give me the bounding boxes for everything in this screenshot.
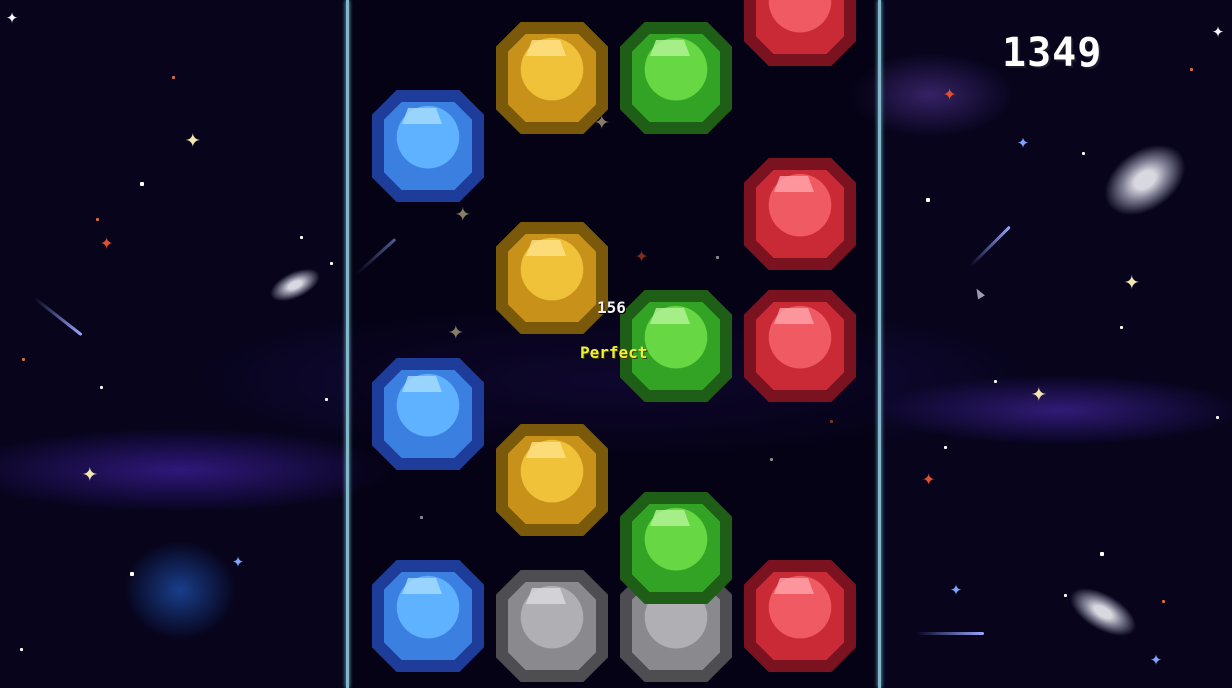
lane3-green-note	[620, 492, 732, 604]
judgement-text: Perfect	[580, 343, 648, 362]
star-dot	[1190, 68, 1193, 71]
left-lane-border	[346, 0, 349, 688]
lane1-blue-note	[372, 358, 484, 470]
combo-counter: 156	[597, 298, 626, 317]
lane1-blue-note	[372, 90, 484, 202]
lane2-yellow-note	[496, 424, 608, 536]
sparkle-star-icon: ✦	[82, 458, 98, 488]
star-dot	[300, 236, 303, 239]
sparkle-star-icon: ✦	[185, 124, 201, 154]
lane2-yellow-note	[496, 222, 608, 334]
sparkle-star-icon: ✦	[6, 4, 19, 28]
lane4-red-note	[744, 0, 856, 66]
lane2-yellow-note	[496, 22, 608, 134]
lane4-red-receptor[interactable]	[744, 560, 856, 672]
star-dot	[944, 446, 947, 449]
star-dot	[994, 380, 997, 383]
star-dot	[20, 648, 23, 651]
star-dot	[1162, 600, 1165, 603]
star-dot	[1120, 326, 1123, 329]
sparkle-star-icon: ✦	[1212, 18, 1225, 42]
comet-icon	[916, 632, 984, 635]
star-dot	[330, 262, 333, 265]
lane4-red-note	[744, 158, 856, 270]
sparkle-star-icon: ✦	[943, 81, 957, 106]
sparkle-star-icon: ✦	[232, 548, 245, 572]
star-dot	[1082, 152, 1085, 155]
lane2-receptor[interactable]	[496, 570, 608, 682]
sparkle-star-icon: ✦	[1124, 266, 1140, 296]
star-dot	[325, 398, 328, 401]
lane3-green-note	[620, 22, 732, 134]
sparkle-star-icon: ✦	[100, 230, 114, 255]
sparkle-star-icon: ✦	[922, 466, 936, 491]
sparkle-star-icon: ✦	[1017, 129, 1030, 153]
sparkle-star-icon: ✦	[1150, 646, 1163, 670]
star-dot	[130, 572, 134, 576]
sparkle-star-icon: ✦	[1031, 378, 1047, 408]
lane1-blue-receptor[interactable]	[372, 560, 484, 672]
score-counter: 1349	[1002, 30, 1103, 76]
star-dot	[140, 182, 144, 186]
star-dot	[1100, 552, 1104, 556]
sparkle-star-icon: ✦	[950, 576, 963, 600]
star-dot	[1216, 416, 1219, 419]
star-dot	[100, 386, 103, 389]
star-dot	[96, 218, 99, 221]
star-dot	[1064, 594, 1067, 597]
lane4-red-note	[744, 290, 856, 402]
star-dot	[172, 76, 175, 79]
right-lane-border	[878, 0, 881, 688]
star-dot	[22, 358, 25, 361]
star-dot	[926, 198, 930, 202]
